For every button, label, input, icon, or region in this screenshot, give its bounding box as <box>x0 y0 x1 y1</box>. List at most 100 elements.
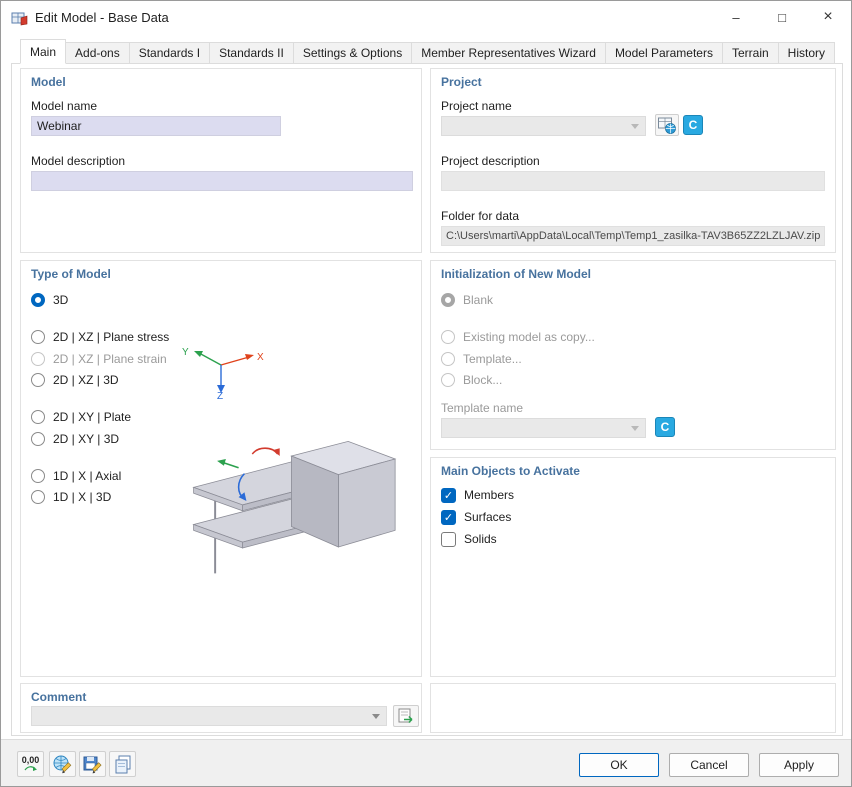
svg-text:Y: Y <box>182 347 189 358</box>
checkbox-icon: ✓ <box>441 510 456 525</box>
radio-icon <box>441 293 455 307</box>
model-description-input[interactable] <box>31 171 413 191</box>
svg-text:Z: Z <box>217 391 223 400</box>
radio-2d-xy-3d[interactable]: 2D | XY | 3D <box>31 431 119 447</box>
minimize-button[interactable]: – <box>713 1 759 33</box>
c-icon: C <box>689 118 698 132</box>
radio-icon <box>441 373 455 387</box>
checkbox-label: Surfaces <box>464 510 511 524</box>
save-as-default-button[interactable] <box>79 751 106 777</box>
bottom-bar: 0,00 <box>1 739 851 786</box>
tab-page-main: Model Model name Model description Proje… <box>11 63 843 736</box>
comment-sheet-icon <box>396 706 416 726</box>
radio-icon <box>31 330 45 344</box>
checkbox-label: Solids <box>464 532 497 546</box>
comment-group: Comment <box>20 683 422 733</box>
checkbox-surfaces[interactable]: ✓ Surfaces <box>441 509 511 525</box>
radio-1d-x-3d[interactable]: 1D | X | 3D <box>31 489 111 505</box>
tab-model-parameters[interactable]: Model Parameters <box>605 42 723 64</box>
radio-icon <box>441 352 455 366</box>
svg-text:X: X <box>257 352 264 363</box>
decimal-places-icon: 0,00 <box>22 756 40 765</box>
tab-terrain[interactable]: Terrain <box>722 42 779 64</box>
project-group-title: Project <box>441 75 482 89</box>
comment-combo[interactable] <box>31 706 387 726</box>
window-title: Edit Model - Base Data <box>35 10 169 25</box>
folder-for-data-label: Folder for data <box>441 209 519 223</box>
ok-button[interactable]: OK <box>579 753 659 777</box>
project-description-label: Project description <box>441 154 540 168</box>
radio-icon <box>31 410 45 424</box>
project-description-input <box>441 171 825 191</box>
chevron-down-icon <box>631 426 639 431</box>
tab-member-representatives-wizard[interactable]: Member Representatives Wizard <box>411 42 606 64</box>
copy-settings-button[interactable] <box>109 751 136 777</box>
window-controls: – □ × <box>713 1 851 33</box>
initialization-title: Initialization of New Model <box>441 267 591 281</box>
tab-add-ons[interactable]: Add-ons <box>65 42 130 64</box>
radio-icon <box>31 293 45 307</box>
radio-2d-xy-plate[interactable]: 2D | XY | Plate <box>31 409 131 425</box>
radio-blank: Blank <box>441 292 493 308</box>
initialization-group: Initialization of New Model Blank Existi… <box>430 260 836 450</box>
checkbox-solids[interactable]: Solids <box>441 531 497 547</box>
tab-main[interactable]: Main <box>20 39 66 64</box>
project-name-combo <box>441 116 646 136</box>
checkbox-icon: ✓ <box>441 488 456 503</box>
maximize-button[interactable]: □ <box>759 1 805 33</box>
project-manager-button[interactable] <box>655 114 679 136</box>
model-3d-preview <box>176 427 401 577</box>
model-name-input[interactable] <box>31 116 281 136</box>
radio-template: Template... <box>441 351 522 367</box>
radio-icon <box>31 469 45 483</box>
copy-icon <box>113 754 133 774</box>
app-icon <box>11 9 28 26</box>
project-manager-icon <box>657 115 677 135</box>
cancel-button[interactable]: Cancel <box>669 753 749 777</box>
chevron-down-icon <box>372 714 380 719</box>
decimal-places-button[interactable]: 0,00 <box>17 751 44 777</box>
template-name-label: Template name <box>441 401 523 415</box>
empty-group <box>430 683 836 733</box>
radio-block: Block... <box>441 372 502 388</box>
floppy-pencil-icon <box>82 754 103 775</box>
close-button[interactable]: × <box>805 1 851 33</box>
type-of-model-title: Type of Model <box>31 267 111 281</box>
tab-bar: Main Add-ons Standards I Standards II Se… <box>20 39 835 64</box>
main-objects-group: Main Objects to Activate ✓ Members ✓ Sur… <box>430 457 836 677</box>
radio-icon <box>31 352 45 366</box>
folder-for-data-input <box>441 226 825 246</box>
model-group: Model Model name Model description <box>20 68 422 253</box>
edit-model-dialog: Edit Model - Base Data – □ × Main Add-on… <box>0 0 852 787</box>
tab-standards-1[interactable]: Standards I <box>129 42 210 64</box>
model-name-label: Model name <box>31 99 97 113</box>
green-arrow-icon <box>24 765 38 772</box>
radio-2d-xz-plane-strain: 2D | XZ | Plane strain <box>31 351 167 367</box>
c-icon: C <box>661 420 670 434</box>
model-description-label: Model description <box>31 154 125 168</box>
project-name-label: Project name <box>441 99 512 113</box>
globe-pencil-icon <box>52 754 73 775</box>
checkbox-members[interactable]: ✓ Members <box>441 487 514 503</box>
title-bar: Edit Model - Base Data – □ × <box>1 1 851 33</box>
edit-units-button[interactable] <box>49 751 76 777</box>
project-group: Project Project name C Project descripti… <box>430 68 836 253</box>
open-in-project-app-button[interactable]: C <box>683 115 703 135</box>
radio-icon <box>31 373 45 387</box>
model-group-title: Model <box>31 75 66 89</box>
comment-insert-button[interactable] <box>393 705 419 727</box>
radio-icon <box>31 490 45 504</box>
apply-button[interactable]: Apply <box>759 753 839 777</box>
tab-standards-2[interactable]: Standards II <box>209 42 294 64</box>
radio-1d-x-axial[interactable]: 1D | X | Axial <box>31 468 121 484</box>
radio-2d-xz-plane-stress[interactable]: 2D | XZ | Plane stress <box>31 329 169 345</box>
radio-3d[interactable]: 3D <box>31 292 68 308</box>
template-app-button[interactable]: C <box>655 417 675 437</box>
tab-history[interactable]: History <box>778 42 835 64</box>
tab-settings-options[interactable]: Settings & Options <box>293 42 412 64</box>
checkbox-icon <box>441 532 456 547</box>
radio-existing-model-as-copy: Existing model as copy... <box>441 329 595 345</box>
axis-triad-icon: X Y Z <box>179 342 267 400</box>
radio-2d-xz-3d[interactable]: 2D | XZ | 3D <box>31 372 119 388</box>
radio-icon <box>31 432 45 446</box>
